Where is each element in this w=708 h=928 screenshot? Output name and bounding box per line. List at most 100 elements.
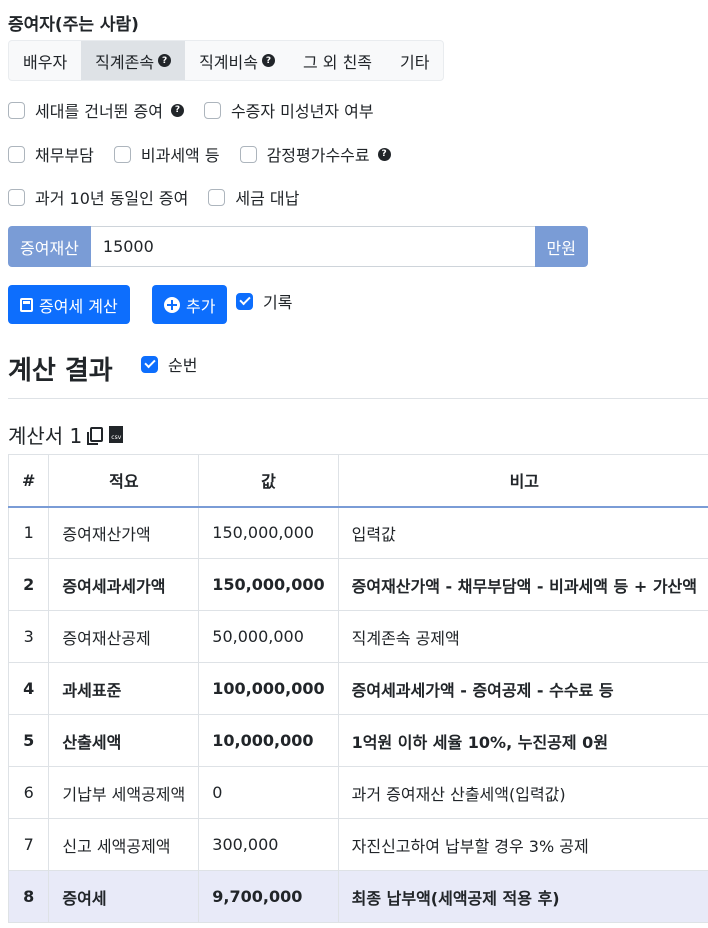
row-note: 과거 증여재산 산출세액(입력값) (337, 766, 708, 819)
question-icon[interactable]: ? (261, 54, 275, 67)
row-item: 과세표준 (48, 662, 200, 715)
table-header-row: # 적요 값 비고 (7, 454, 708, 508)
tab-lineal-ascendant[interactable]: 직계존속? (81, 41, 186, 80)
debt-option[interactable]: 채무부담 (8, 142, 94, 166)
table-row: 7 신고 세액공제액 300,000 자진신고하여 납부할 경우 3% 공제 (7, 818, 708, 871)
row-number: 7 (7, 818, 50, 871)
skip-generation-label: 세대를 건너뛴 증여 (35, 102, 163, 121)
tab-spouse[interactable]: 배우자 (9, 41, 81, 80)
csv-icon-text: csv (111, 434, 122, 441)
row-value: 150,000,000 (198, 506, 339, 559)
sequence-checkbox[interactable] (141, 355, 158, 373)
statement-title: 계산서 1 (8, 424, 83, 448)
donor-section-title: 증여자(주는 사람) (8, 15, 139, 35)
add-label: 추가 (186, 296, 216, 316)
result-title: 계산 결과 (8, 356, 113, 386)
row-item: 산출세액 (48, 714, 200, 767)
row-note: 자진신고하여 납부할 경우 3% 공제 (337, 818, 708, 871)
statement-title-row: 계산서 1 csv (8, 420, 124, 449)
minor-recipient-checkbox[interactable] (203, 101, 221, 119)
unit-label: 만원 (534, 226, 588, 267)
table-row: 2 증여세과세가액 150,000,000 증여재산가액 - 채무부담액 - 비… (7, 558, 708, 611)
question-icon[interactable]: ? (170, 103, 184, 117)
table-row: 5 산출세액 10,000,000 1억원 이하 세율 10%, 누진공제 0원 (7, 714, 708, 767)
relation-tabs: 배우자 직계존속? 직계비속? 그 외 친족 기타 (8, 40, 445, 81)
minor-recipient-label: 수증자 미성년자 여부 (230, 102, 374, 121)
tab-other-relatives[interactable]: 그 외 친족 (289, 41, 386, 80)
row-item: 증여재산공제 (48, 610, 200, 663)
record-checkbox[interactable] (236, 292, 253, 310)
skip-generation-checkbox[interactable] (8, 101, 25, 119)
record-label: 기록 (263, 293, 293, 312)
tab-other[interactable]: 기타 (386, 41, 443, 80)
row-number: 2 (7, 558, 50, 611)
add-button[interactable]: 추가 (152, 285, 228, 324)
plus-circle-icon (164, 296, 180, 313)
sequence-label: 순번 (168, 356, 198, 375)
appraisal-fee-checkbox[interactable] (239, 145, 257, 163)
row-number: 4 (7, 662, 50, 715)
row-value: 50,000,000 (198, 610, 339, 663)
column-header-number: # (7, 454, 50, 508)
row-value: 100,000,000 (198, 662, 339, 715)
question-icon[interactable]: ? (158, 54, 172, 67)
property-amount-input[interactable]: 15000 (90, 226, 535, 267)
nontaxable-label: 비과세액 등 (140, 146, 220, 165)
table-row: 8 증여세 9,700,000 최종 납부액(세액공제 적용 후) (7, 870, 708, 923)
column-header-value: 값 (198, 454, 339, 508)
row-value: 0 (198, 766, 339, 819)
row-note: 최종 납부액(세액공제 적용 후) (337, 870, 708, 923)
appraisal-fee-label: 감정평가수수료 (266, 146, 370, 165)
row-number: 1 (7, 506, 50, 559)
minor-recipient-option[interactable]: 수증자 미성년자 여부 (203, 98, 374, 122)
table-row: 6 기납부 세액공제액 0 과거 증여재산 산출세액(입력값) (7, 766, 708, 819)
row-item: 증여세 (48, 870, 200, 923)
row-item: 기납부 세액공제액 (48, 766, 200, 819)
csv-file-icon[interactable]: csv (109, 426, 124, 443)
row-number: 6 (7, 766, 50, 819)
column-header-item: 적요 (48, 454, 200, 508)
row-item: 신고 세액공제액 (48, 818, 200, 871)
row-note: 증여세과세가액 - 증여공제 - 수수료 등 (337, 662, 708, 715)
row-value: 9,700,000 (198, 870, 339, 923)
past-10y-checkbox[interactable] (8, 188, 25, 206)
row-note: 직계존속 공제액 (337, 610, 708, 663)
column-header-note: 비고 (337, 454, 708, 508)
appraisal-fee-option[interactable]: 감정평가수수료 ? (239, 142, 391, 166)
nontaxable-checkbox[interactable] (113, 145, 131, 163)
calculation-table: # 적요 값 비고 1 증여재산가액 150,000,000 입력값 2 증여세… (7, 454, 708, 923)
sequence-option[interactable]: 순번 (141, 352, 197, 376)
tax-payment-option[interactable]: 세금 대납 (208, 185, 299, 209)
row-number: 8 (7, 870, 50, 923)
row-number: 5 (7, 714, 50, 767)
row-note: 1억원 이하 세율 10%, 누진공제 0원 (337, 714, 708, 767)
calculate-label: 증여세 계산 (39, 296, 118, 316)
property-input-label: 증여재산 (8, 226, 91, 267)
tab-label: 기타 (400, 52, 430, 72)
calculator-icon (20, 297, 33, 312)
row-value: 10,000,000 (198, 714, 339, 767)
row-note: 증여재산가액 - 채무부담액 - 비과세액 등 + 가산액 (337, 558, 708, 611)
copy-icon[interactable] (87, 427, 104, 445)
question-icon[interactable]: ? (377, 147, 391, 161)
past-10y-label: 과거 10년 동일인 증여 (35, 189, 189, 208)
tab-label: 그 외 친족 (302, 52, 373, 72)
table-row: 1 증여재산가액 150,000,000 입력값 (7, 506, 708, 559)
debt-checkbox[interactable] (8, 145, 25, 163)
row-item: 증여재산가액 (48, 506, 200, 559)
tab-label: 직계비속 (199, 52, 258, 72)
row-item: 증여세과세가액 (48, 558, 200, 611)
tab-label: 직계존속 (95, 52, 155, 72)
row-value: 150,000,000 (198, 558, 339, 611)
row-number: 3 (7, 610, 50, 663)
skip-generation-option[interactable]: 세대를 건너뛴 증여 ? (8, 98, 184, 122)
record-option[interactable]: 기록 (236, 289, 292, 313)
nontaxable-option[interactable]: 비과세액 등 (113, 142, 220, 166)
past-10y-option[interactable]: 과거 10년 동일인 증여 (8, 185, 188, 209)
calculate-button[interactable]: 증여세 계산 (8, 285, 130, 324)
options-row-2: 채무부담 비과세액 등 감정평가수수료 ? (8, 142, 411, 166)
row-value: 300,000 (198, 818, 339, 871)
options-row-1: 세대를 건너뛴 증여 ? 수증자 미성년자 여부 (8, 98, 394, 122)
tab-lineal-descendant[interactable]: 직계비속? (185, 41, 289, 80)
tax-payment-checkbox[interactable] (208, 188, 226, 206)
